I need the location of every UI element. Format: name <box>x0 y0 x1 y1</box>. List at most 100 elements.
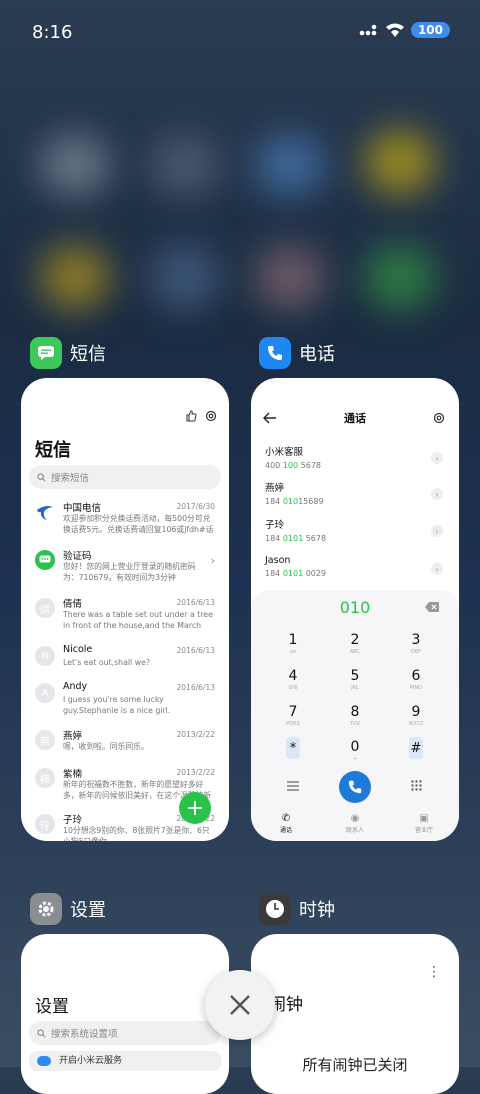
message-row[interactable]: 倩 倩倩 2016/6/13 There was a table set out… <box>31 596 219 640</box>
dial-key-6[interactable]: 6 MNO <box>396 668 436 691</box>
sms-search-input[interactable]: 搜索短信 <box>29 465 221 489</box>
key-letters: PQRS <box>286 721 300 727</box>
signal-dots-icon <box>359 24 377 36</box>
dial-key-star[interactable]: * <box>273 737 313 759</box>
more-options-icon[interactable]: ⋮ <box>427 964 441 980</box>
chevron-right-icon[interactable]: › <box>431 563 443 575</box>
phone-app-card[interactable]: 通话 小米客服 400 100 5678 › 燕婷 184 01015689 ›… <box>251 378 459 841</box>
message-date: 2016/6/13 <box>176 683 215 692</box>
app-label-sms: 短信 <box>30 337 106 369</box>
menu-icon[interactable] <box>287 781 299 791</box>
contact-row[interactable]: 燕婷 184 01015689 › <box>265 480 445 512</box>
avatar: 燕 <box>35 730 55 750</box>
contact-row[interactable]: Jason 184 0101 0029 › <box>265 555 445 587</box>
dial-key-hash[interactable]: # <box>396 737 436 759</box>
key-letters: + <box>352 756 358 762</box>
tab-label: 联系人 <box>345 827 364 834</box>
message-date: 2013/2/22 <box>176 768 215 777</box>
phone-icon: ✆ <box>281 813 291 824</box>
dial-key-4[interactable]: 4 GHI <box>273 668 313 691</box>
clear-all-button[interactable] <box>205 970 275 1040</box>
keypad-grid-icon[interactable] <box>411 780 422 791</box>
clock-app-icon <box>259 893 291 925</box>
close-icon <box>230 995 250 1015</box>
wallpaper-blob <box>255 135 325 195</box>
chevron-right-icon[interactable]: › <box>431 525 443 537</box>
avatar: 倩 <box>35 598 55 618</box>
message-row[interactable]: 中国电信 2017/6/30 欢迎参加积分兑换话费活动，每500分可兑换话费5元… <box>31 500 219 544</box>
dial-key-9[interactable]: 9 WXYZ <box>396 704 436 727</box>
dial-key-2[interactable]: 2 ABC <box>335 632 375 655</box>
contact-row[interactable]: 子玲 184 0101 5678 › <box>265 517 445 549</box>
sms-title: 短信 <box>35 440 71 461</box>
number-suffix: 5678 <box>298 461 321 470</box>
wallpaper-blob <box>255 245 325 310</box>
contact-name: 子玲 <box>265 520 285 531</box>
key-digit: 4 <box>288 668 298 684</box>
number-suffix: 15689 <box>298 497 324 506</box>
settings-search-placeholder: 搜索系统设置项 <box>51 1029 118 1040</box>
message-preview: 10分想念9别的你、8张照片7张是你、6只小狗5只像你 <box>63 826 210 841</box>
phone-header: 通话 <box>251 410 459 430</box>
sms-search-placeholder: 搜索短信 <box>51 473 90 484</box>
contact-number: 400 100 5678 <box>265 461 445 470</box>
message-row[interactable]: 验证码 › 您好！您的网上营业厅登录的随机密码为：710679。有效时间为3分钟 <box>31 548 219 592</box>
settings-title: 设置 <box>35 997 69 1017</box>
message-date: 2013/2/22 <box>176 730 215 739</box>
tab-business-hall[interactable]: ▣ 营业厅 <box>399 813 449 834</box>
tab-calls[interactable]: ✆ 通话 <box>261 813 311 834</box>
key-digit: 5 <box>350 668 360 684</box>
message-sender: 中国电信 <box>63 503 102 514</box>
app-label-phone: 电话 <box>259 337 335 369</box>
sms-app-card[interactable]: 短信 搜索短信 中国电信 2017/6/30 欢迎参加积分兑换话费活动，每500… <box>21 378 229 841</box>
message-preview: Let's eat out,shall we? <box>63 658 151 667</box>
dial-key-0[interactable]: 0 + <box>335 739 375 762</box>
key-digit: 3 <box>411 632 421 648</box>
gear-icon[interactable] <box>205 410 217 422</box>
settings-item-cloud[interactable]: 开启小米云服务 <box>29 1051 221 1071</box>
thumbs-up-icon[interactable] <box>185 410 197 422</box>
dial-key-7[interactable]: 7 PQRS <box>273 704 313 727</box>
key-digit: 1 <box>288 632 298 648</box>
gear-icon[interactable] <box>433 412 445 424</box>
settings-search-input[interactable]: 搜索系统设置项 <box>29 1021 221 1045</box>
phone-app-icon <box>259 337 291 369</box>
message-preview: 欢迎参加积分兑换话费活动，每500分可兑换话费5元。兑换话费请回复106或jfd… <box>63 514 214 534</box>
key-digit: * <box>286 737 300 759</box>
dialpad: 010 1 oo 2 ABC 3 DEF 4 GHI 5 JKL 6 MNO 7 PQRS 8… <box>251 590 459 841</box>
message-preview: There was a table set out under a tree i… <box>63 610 213 630</box>
new-message-button[interactable]: + <box>179 792 211 824</box>
message-sender: 倩倩 <box>63 599 83 610</box>
wifi-icon <box>385 23 404 37</box>
search-icon <box>37 472 46 481</box>
contact-number: 184 0101 0029 <box>265 569 445 578</box>
chevron-right-icon[interactable]: › <box>431 452 443 464</box>
call-button[interactable] <box>339 771 371 803</box>
key-letters: TUV <box>349 721 361 727</box>
chevron-right-icon[interactable]: › <box>431 488 443 500</box>
dial-key-3[interactable]: 3 DEF <box>396 632 436 655</box>
message-sender: Andy <box>63 681 88 692</box>
dial-key-1[interactable]: 1 oo <box>273 632 313 655</box>
phone-icon <box>348 780 362 794</box>
contact-row[interactable]: 小米客服 400 100 5678 › <box>265 444 445 476</box>
number-prefix: 400 <box>265 461 283 470</box>
clock-app-card[interactable]: ⋮ 闹钟 所有闹钟已关闭 <box>251 934 459 1094</box>
message-sender: 紫楠 <box>63 769 83 780</box>
dial-key-5[interactable]: 5 JKL <box>335 668 375 691</box>
wallpaper-blob <box>150 135 220 195</box>
key-letters: MNO <box>410 685 422 691</box>
avatar: 楠 <box>35 768 55 788</box>
person-icon: ◉ <box>350 813 360 824</box>
backspace-icon[interactable] <box>425 602 439 612</box>
contact-name: 小米客服 <box>265 447 304 458</box>
china-telecom-logo-icon <box>37 506 53 520</box>
contact-name: 燕婷 <box>265 483 285 494</box>
avatar: N <box>35 646 55 666</box>
tab-contacts[interactable]: ◉ 联系人 <box>330 813 380 834</box>
sms-top-icons <box>185 410 217 422</box>
settings-app-card[interactable]: 设置 搜索系统设置项 开启小米云服务 <box>21 934 229 1094</box>
dial-key-8[interactable]: 8 TUV <box>335 704 375 727</box>
number-match: 0101 <box>282 569 304 578</box>
message-row[interactable]: A Andy 2016/6/13 I guess you're some luc… <box>31 681 219 725</box>
